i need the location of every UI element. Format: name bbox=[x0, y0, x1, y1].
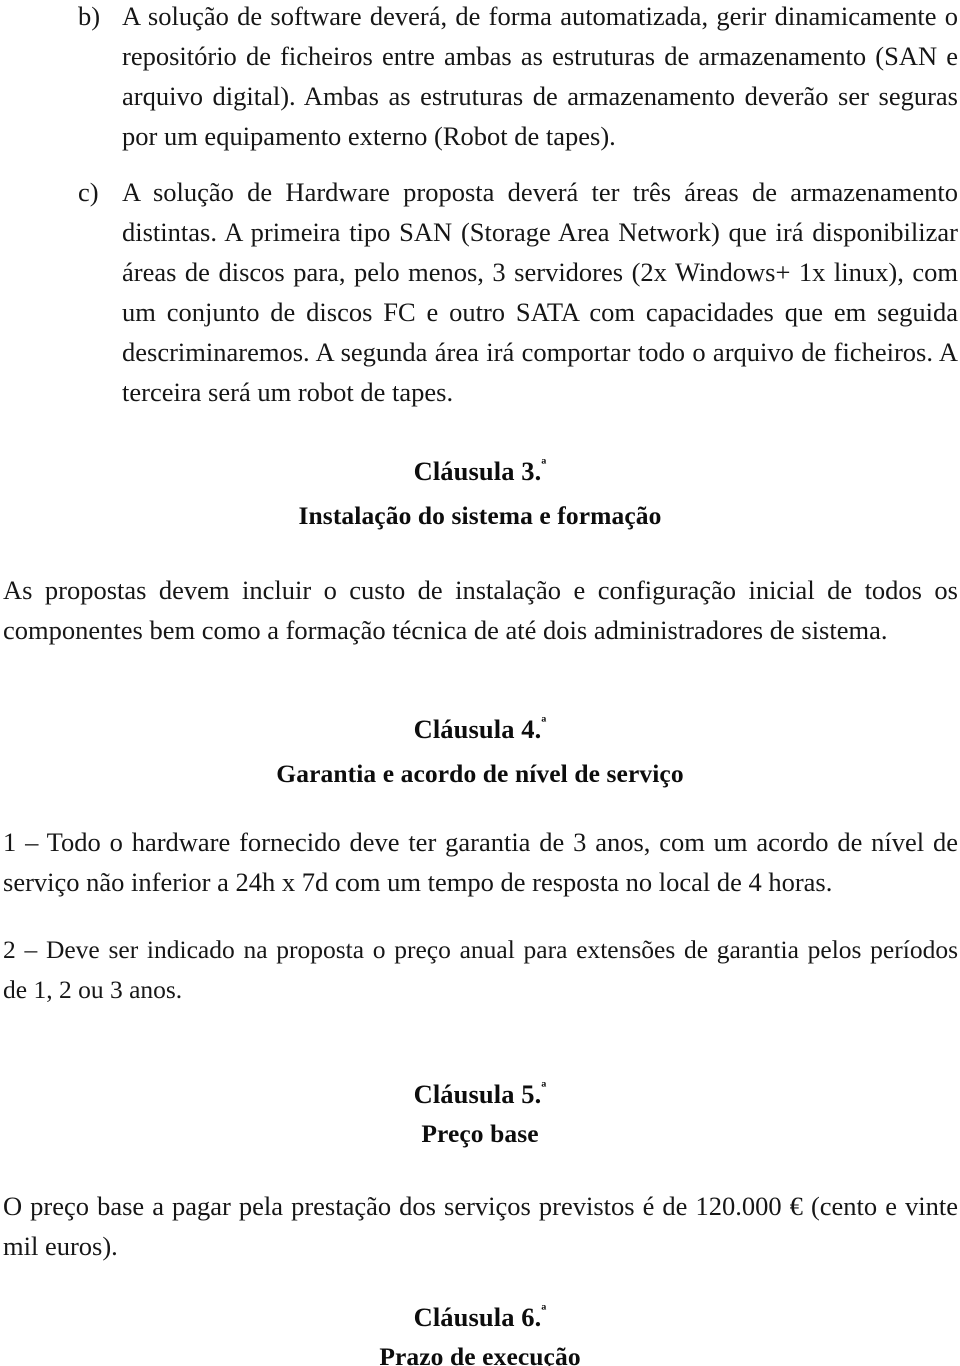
clause-5-body: O preço base a pagar pela prestação dos … bbox=[3, 1186, 958, 1266]
clause-4-title: Garantia e acordo de nível de serviço bbox=[276, 759, 684, 788]
list-item: c) A solução de Hardware proposta deverá… bbox=[78, 172, 958, 412]
clause-6-title: Prazo de execução bbox=[379, 1342, 581, 1366]
ordinal-suffix: ª bbox=[541, 713, 547, 733]
text-line: 1 – Todo o hardware fornecido deve ter g… bbox=[3, 827, 958, 857]
text-line: 2 – Deve ser indicado na proposta o preç… bbox=[3, 935, 958, 964]
ordinal-suffix: ª bbox=[541, 455, 547, 475]
list-item-marker: c) bbox=[78, 177, 99, 207]
clause-5-number: Cláusula 5.ª bbox=[0, 1075, 960, 1113]
text-line: áreas de discos para, pelo menos, 3 serv… bbox=[122, 257, 958, 287]
clause-3-number: Cláusula 3.ª bbox=[0, 452, 960, 490]
text-line: terceira será um robot de tapes. bbox=[122, 377, 454, 407]
ordinal-suffix: ª bbox=[541, 1301, 547, 1321]
text-line: serviço não inferior a 24h x 7d com um t… bbox=[3, 867, 833, 897]
clause-number-text: Cláusula 6. bbox=[413, 1302, 542, 1332]
text-line: distintas. A primeira tipo SAN (Storage … bbox=[122, 217, 958, 247]
text-line: O preço base a pagar pela prestação dos … bbox=[3, 1191, 958, 1221]
text-line: componentes bem como a formação técnica … bbox=[3, 615, 888, 645]
text-line: um conjunto de discos FC e outro SATA co… bbox=[122, 297, 958, 327]
clause-number-text: Cláusula 4. bbox=[413, 714, 542, 744]
list-item-marker: b) bbox=[78, 1, 101, 31]
clause-4-body-item-2: 2 – Deve ser indicado na proposta o preç… bbox=[3, 930, 958, 1010]
clause-6-number: Cláusula 6.ª bbox=[0, 1298, 960, 1336]
clause-5-title: Preço base bbox=[421, 1119, 539, 1148]
clause-4-number: Cláusula 4.ª bbox=[0, 710, 960, 748]
text-line: arquivo digital). Ambas as estruturas de… bbox=[122, 81, 958, 111]
text-line: As propostas devem incluir o custo de in… bbox=[3, 575, 958, 605]
text-line: por um equipamento externo (Robot de tap… bbox=[122, 121, 616, 151]
ordinal-suffix: ª bbox=[541, 1078, 547, 1098]
clause-3-title: Instalação do sistema e formação bbox=[298, 501, 662, 530]
list-item-body: A solução de Hardware proposta deverá te… bbox=[122, 172, 958, 412]
text-line: A solução de software deverá, de forma a… bbox=[122, 1, 958, 31]
list-item-body: A solução de software deverá, de forma a… bbox=[122, 0, 958, 156]
document-page: b) A solução de software deverá, de form… bbox=[0, 0, 960, 1366]
clause-number-text: Cláusula 5. bbox=[413, 1079, 542, 1109]
list-item: b) A solução de software deverá, de form… bbox=[78, 0, 958, 156]
text-line: A solução de Hardware proposta deverá te… bbox=[122, 177, 958, 207]
text-line: de 1, 2 ou 3 anos. bbox=[3, 975, 183, 1004]
clause-number-text: Cláusula 3. bbox=[413, 456, 542, 486]
clause-4-body-item-1: 1 – Todo o hardware fornecido deve ter g… bbox=[3, 822, 958, 902]
clause-3-body: As propostas devem incluir o custo de in… bbox=[3, 570, 958, 650]
text-line: repositório de ficheiros entre ambas as … bbox=[122, 41, 958, 71]
text-line: mil euros). bbox=[3, 1231, 118, 1261]
text-line: descriminaremos. A segunda área irá comp… bbox=[122, 337, 958, 367]
